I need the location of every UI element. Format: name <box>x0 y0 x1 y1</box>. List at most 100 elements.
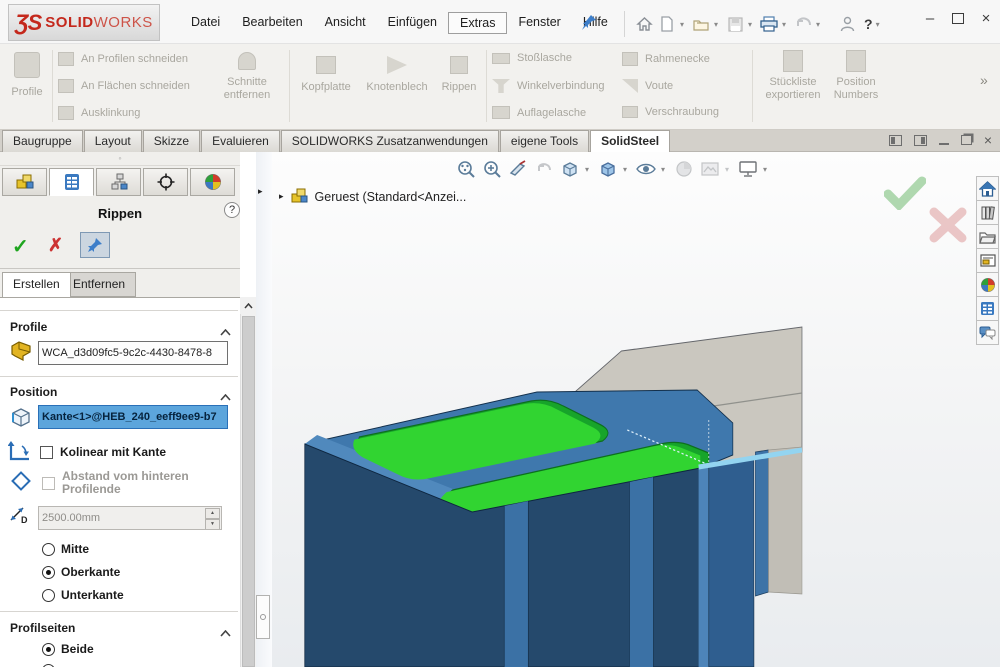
tab-propertymanager[interactable] <box>49 168 94 196</box>
notch-button[interactable]: Ausklinkung <box>58 106 140 120</box>
apply-scene-icon[interactable] <box>699 158 721 180</box>
apply-scene-caret-icon[interactable]: ▾ <box>725 165 733 174</box>
menu-extras[interactable]: Extras <box>448 12 507 34</box>
colinear-checkbox[interactable] <box>40 446 53 459</box>
pm-help-button[interactable]: ? <box>224 202 240 218</box>
distance-value-field[interactable]: 2500.00mm ▲ ▼ <box>38 506 222 530</box>
collapse-chevron-icon[interactable] <box>220 624 231 642</box>
document-close-button[interactable]: × <box>984 132 992 148</box>
view-palette-icon[interactable] <box>976 248 999 273</box>
user-account-icon[interactable] <box>837 14 857 34</box>
radio-beide[interactable] <box>42 643 55 656</box>
appearances-scenes-icon[interactable] <box>976 272 999 297</box>
collapse-chevron-icon[interactable] <box>220 323 231 341</box>
window-minimize-button[interactable]: – <box>922 10 938 27</box>
window-close-button[interactable]: × <box>978 10 994 27</box>
design-library-icon[interactable] <box>976 200 999 225</box>
tab-baugruppe[interactable]: Baugruppe <box>2 130 83 152</box>
panel-splitter[interactable] <box>256 152 272 667</box>
verschraubung-button[interactable]: Verschraubung <box>622 106 719 118</box>
knotenblech-button[interactable]: Knotenblech <box>360 56 434 93</box>
pm-ok-button[interactable]: ✓ <box>12 234 29 259</box>
tree-expand-arrow-icon[interactable]: ▸ <box>279 191 284 202</box>
tab-configurationmanager[interactable] <box>96 168 141 196</box>
zoom-to-area-icon[interactable] <box>481 158 503 180</box>
previous-window-icon[interactable] <box>889 135 902 146</box>
pm-pin-button[interactable] <box>80 232 110 258</box>
cut-at-faces-button[interactable]: An Flächen schneiden <box>58 79 190 93</box>
help-caret-icon[interactable]: ▾ <box>876 20 884 29</box>
help-icon[interactable]: ? <box>864 16 873 32</box>
tab-zusatzanwendungen[interactable]: SOLIDWORKS Zusatzanwendungen <box>281 130 499 152</box>
home-taskpane-icon[interactable] <box>976 176 999 201</box>
view-orientation-caret-icon[interactable]: ▾ <box>585 165 593 174</box>
kopfplatte-button[interactable]: Kopfplatte <box>294 56 358 93</box>
ribbon-overflow-button[interactable]: » <box>980 72 988 88</box>
tab-featuremanager[interactable] <box>2 168 47 196</box>
new-document-caret-icon[interactable]: ▾ <box>680 20 688 29</box>
spinner-down-button[interactable]: ▼ <box>205 519 220 530</box>
profile-value-field[interactable]: WCA_d3d09fc5-9c2c-4430-8478-8 <box>38 341 228 365</box>
stosslasche-button[interactable]: Stoßlasche <box>492 52 572 64</box>
menu-einfuegen[interactable]: Einfügen <box>377 12 448 34</box>
print-icon[interactable] <box>759 14 779 34</box>
graphics-viewport[interactable]: ▾ ▾ ▾ ▾ ▾ ▸ Geruest (Standard<Anzei... <box>272 152 1000 667</box>
radio-unterkante[interactable] <box>42 589 55 602</box>
right-column-edge-face[interactable] <box>699 466 709 667</box>
previous-view-icon[interactable] <box>533 158 555 180</box>
panel-flyout-arrow[interactable]: ▸ <box>258 186 263 197</box>
tab-solidsteel[interactable]: SolidSteel <box>590 130 670 153</box>
export-bom-button[interactable]: Stückliste exportieren <box>762 50 824 102</box>
voute-button[interactable]: Voute <box>622 79 673 93</box>
open-caret-icon[interactable]: ▾ <box>714 20 722 29</box>
tab-evaluieren[interactable]: Evaluieren <box>201 130 280 152</box>
menu-datei[interactable]: Datei <box>180 12 231 34</box>
radio-oberkante[interactable] <box>42 566 55 579</box>
collapse-chevron-icon[interactable] <box>220 388 231 406</box>
profile-button[interactable]: Profile <box>6 52 48 98</box>
tab-layout[interactable]: Layout <box>84 130 142 152</box>
new-document-icon[interactable] <box>657 14 677 34</box>
section-view-icon[interactable] <box>507 158 529 180</box>
document-minimize-button[interactable] <box>939 143 949 145</box>
forum-icon[interactable] <box>976 320 999 345</box>
display-style-icon[interactable] <box>597 158 619 180</box>
pin-menu-icon[interactable] <box>580 13 598 36</box>
next-window-icon[interactable] <box>914 135 927 146</box>
document-restore-button[interactable] <box>961 135 972 145</box>
print-caret-icon[interactable]: ▾ <box>782 20 790 29</box>
menu-ansicht[interactable]: Ansicht <box>314 12 377 34</box>
zoom-to-fit-icon[interactable] <box>455 158 477 180</box>
custom-properties-icon[interactable] <box>976 296 999 321</box>
confirm-ok-corner-icon[interactable] <box>884 176 926 215</box>
pm-cancel-button[interactable]: ✗ <box>48 235 63 256</box>
hide-show-caret-icon[interactable]: ▾ <box>661 165 669 174</box>
menu-fenster[interactable]: Fenster <box>507 12 571 34</box>
open-icon[interactable] <box>691 14 711 34</box>
winkelverbindung-button[interactable]: Winkelverbindung <box>492 79 604 93</box>
display-style-caret-icon[interactable]: ▾ <box>623 165 631 174</box>
tab-dimxpert[interactable] <box>143 168 188 196</box>
spinner-up-button[interactable]: ▲ <box>205 508 220 519</box>
menu-bearbeiten[interactable]: Bearbeiten <box>231 12 313 34</box>
mode-tab-erstellen[interactable]: Erstellen <box>2 272 71 297</box>
home-icon[interactable] <box>634 14 654 34</box>
confirm-cancel-corner-icon[interactable] <box>928 206 968 249</box>
tree-node-label[interactable]: Geruest (Standard<Anzei... <box>315 190 467 204</box>
right-column-front-face[interactable] <box>709 456 754 667</box>
gray-beam-front-face[interactable] <box>768 447 801 594</box>
splitter-handle[interactable] <box>256 595 270 639</box>
edit-appearance-icon[interactable] <box>673 158 695 180</box>
tab-skizze[interactable]: Skizze <box>143 130 200 152</box>
distance-ref-checkbox[interactable] <box>42 477 55 490</box>
position-numbers-button[interactable]: Position Numbers <box>828 50 884 102</box>
view-settings-caret-icon[interactable]: ▾ <box>763 165 771 174</box>
save-icon[interactable] <box>725 14 745 34</box>
cut-at-profiles-button[interactable]: An Profilen schneiden <box>58 52 188 66</box>
undo-icon[interactable] <box>793 14 813 34</box>
position-edge-field[interactable]: Kante<1>@HEB_240_eeff9ee9-b7 <box>38 405 228 429</box>
file-explorer-icon[interactable] <box>976 224 999 249</box>
rahmenecke-button[interactable]: Rahmenecke <box>622 52 710 66</box>
web-edge-face-left[interactable] <box>504 501 528 667</box>
save-caret-icon[interactable]: ▾ <box>748 20 756 29</box>
